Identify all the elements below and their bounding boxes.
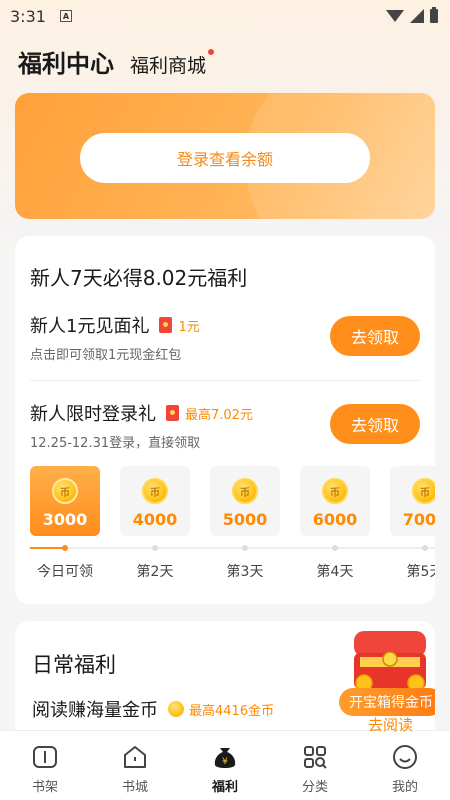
nav-category[interactable]: 分类	[270, 731, 360, 800]
status-icons	[386, 7, 438, 23]
task-reward: 1元	[178, 319, 200, 335]
page-title: 福利中心	[18, 50, 114, 78]
progress-dot	[422, 545, 428, 551]
bookstore-icon	[124, 746, 146, 768]
nav-profile[interactable]: 我的	[360, 731, 450, 800]
divider	[30, 380, 420, 381]
progress-dot	[242, 545, 248, 551]
claim-button[interactable]: 去领取	[330, 404, 420, 444]
go-read-label[interactable]: 去阅读	[368, 714, 413, 735]
progress-dot	[62, 545, 68, 551]
bottom-nav: 书架 书城 ¥ 福利 分类 我的	[0, 730, 450, 800]
nav-label: 书架	[31, 780, 58, 795]
status-bar: 3:31 A	[0, 0, 450, 32]
notification-dot	[208, 49, 215, 55]
red-envelope-icon	[166, 405, 179, 421]
task-description: 12.25-12.31登录，直接领取	[30, 436, 201, 451]
task-title: 新人1元见面礼 1元	[30, 312, 200, 338]
nav-label: 分类	[301, 780, 328, 795]
day-coin-amount: 4000	[132, 510, 178, 529]
daily-coin-rewards[interactable]: 币 3000 币 4000 币 5000 币 6000 币 7000 今日可领 …	[30, 466, 435, 586]
task-reward: 最高7.02元	[185, 407, 253, 423]
coin-icon: 币	[142, 478, 168, 504]
day-card[interactable]: 币 6000	[300, 466, 370, 536]
claim-button[interactable]: 去领取	[330, 316, 420, 356]
coin-icon: 币	[412, 478, 435, 504]
open-chest-banner[interactable]: 开宝箱得金币	[339, 688, 435, 716]
progress-dot	[332, 545, 338, 551]
day-coin-amount: 3000	[42, 510, 88, 529]
nav-welfare[interactable]: ¥ 福利	[180, 731, 270, 800]
nav-label: 书城	[121, 780, 148, 795]
login-view-balance-button[interactable]: 登录查看余额	[80, 133, 370, 183]
coin-icon: 币	[322, 478, 348, 504]
header: 福利中心 福利商城	[18, 44, 215, 80]
signal-icon	[410, 9, 424, 23]
daily-task-title-text: 阅读赚海量金币	[32, 700, 158, 721]
daily-task-title: 阅读赚海量金币 最高4416金币	[32, 696, 274, 722]
progress-dot	[152, 545, 158, 551]
task-title: 新人限时登录礼 最高7.02元	[30, 400, 253, 426]
daily-welfare-title: 日常福利	[32, 653, 116, 677]
treasure-chest-icon[interactable]	[350, 625, 430, 695]
newbie-welfare-card: 新人7天必得8.02元福利 新人1元见面礼 1元 点击即可领取1元现金红包 去领…	[15, 236, 435, 604]
day-coin-amount: 5000	[222, 510, 268, 529]
wifi-icon	[386, 10, 404, 22]
progress-track	[30, 547, 435, 549]
bookshelf-icon	[33, 746, 57, 768]
day-coin-amount: 6000	[312, 510, 358, 529]
balance-card: 登录查看余额	[15, 93, 435, 219]
day-coin-amount: 7000	[402, 510, 435, 529]
category-icon	[304, 746, 327, 769]
task-description: 点击即可领取1元现金红包	[30, 348, 182, 363]
status-time: 3:31	[10, 6, 46, 26]
nav-bookshelf[interactable]: 书架	[0, 731, 90, 800]
day-card[interactable]: 币 3000	[30, 466, 100, 536]
day-label: 第2天	[136, 564, 174, 580]
day-card[interactable]: 币 5000	[210, 466, 280, 536]
red-envelope-icon	[159, 317, 173, 333]
task-row: 新人限时登录礼 最高7.02元 12.25-12.31登录，直接领取 去领取	[30, 396, 420, 468]
coin-icon: 币	[232, 478, 258, 504]
day-label: 第3天	[226, 564, 264, 580]
nav-bookstore[interactable]: 书城	[90, 731, 180, 800]
day-label: 第4天	[316, 564, 354, 580]
day-card[interactable]: 币 7000	[390, 466, 435, 536]
notification-a-icon: A	[59, 10, 72, 22]
battery-icon	[430, 7, 438, 23]
day-label: 第5天	[406, 564, 435, 580]
daily-task-reward: 最高4416金币	[189, 703, 275, 719]
svg-text:¥: ¥	[222, 757, 228, 767]
nav-label: 福利	[211, 780, 238, 795]
day-card[interactable]: 币 4000	[120, 466, 190, 536]
newbie-welfare-title: 新人7天必得8.02元福利	[30, 266, 248, 290]
task-title-text: 新人1元见面礼	[30, 316, 150, 337]
task-row: 新人1元见面礼 1元 点击即可领取1元现金红包 去领取	[30, 308, 420, 380]
tab-welfare-mall[interactable]: 福利商城	[130, 49, 215, 78]
day-label: 今日可领	[37, 564, 93, 580]
coin-icon	[168, 701, 184, 717]
welfare-icon: ¥	[214, 748, 236, 768]
profile-icon	[393, 745, 417, 769]
tab-welfare-mall-label: 福利商城	[130, 55, 207, 77]
progress-fill	[30, 547, 65, 549]
task-title-text: 新人限时登录礼	[30, 404, 156, 425]
nav-label: 我的	[391, 780, 418, 795]
coin-icon: 币	[52, 478, 78, 504]
